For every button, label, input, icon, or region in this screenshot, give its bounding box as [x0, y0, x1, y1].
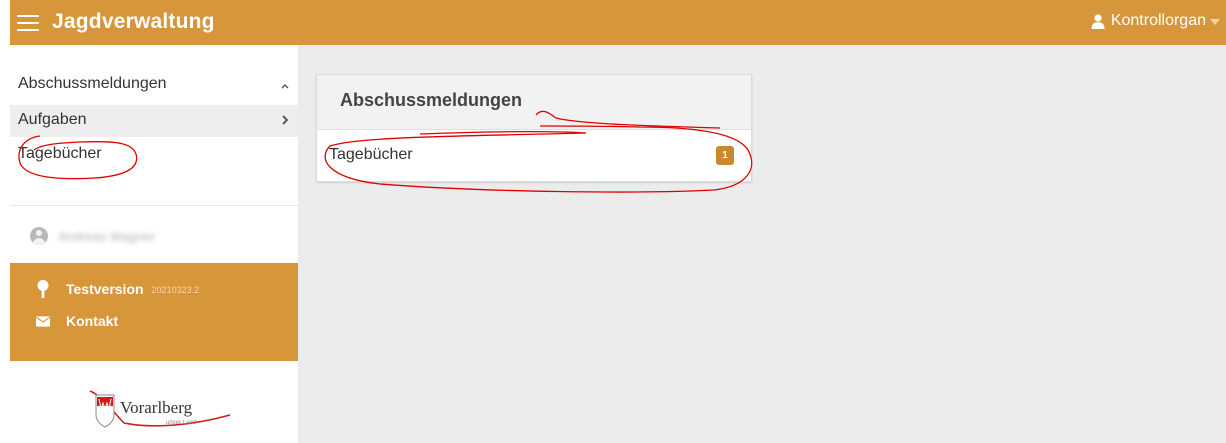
card-item-tagebuecher[interactable]: Tagebücher 1: [317, 130, 751, 180]
user-row: Andreas Wagner: [30, 225, 155, 247]
sidebar-item-aufgaben[interactable]: Aufgaben: [10, 105, 298, 137]
sidebar: Abschussmeldungen Aufgaben Tagebücher An…: [10, 45, 298, 443]
sidebar-item-label: Aufgaben: [18, 111, 87, 128]
envelope-icon: [36, 315, 50, 327]
avatar: [30, 227, 48, 245]
abschussmeldungen-card: Abschussmeldungen Tagebücher 1: [316, 74, 752, 182]
top-bar: Jagdverwaltung Kontrollorgan: [10, 0, 1226, 45]
pin-icon: [37, 280, 49, 298]
user-name: Andreas Wagner: [58, 228, 156, 244]
card-title: Abschussmeldungen: [317, 75, 751, 130]
info-box: Testversion 20210323.2 Kontakt: [10, 263, 298, 361]
chevron-up-icon: [281, 84, 289, 89]
logo-text: Vorarlberg: [120, 398, 193, 417]
logo-subtext: unser Land: [166, 420, 197, 426]
sidebar-divider: [10, 205, 298, 206]
user-role-label: Kontrollorgan: [1110, 12, 1206, 29]
version-label: Testversion: [66, 281, 144, 297]
app-title[interactable]: Jagdverwaltung: [52, 10, 215, 34]
contact-label: Kontakt: [66, 313, 119, 329]
build-number: 20210323.2: [151, 285, 200, 295]
sidebar-item-label: Tagebücher: [18, 145, 102, 162]
count-badge: 1: [716, 146, 734, 165]
caret-down-icon: [1210, 19, 1220, 25]
user-icon: [1091, 13, 1105, 29]
contact-link[interactable]: Kontakt: [36, 313, 118, 329]
user-menu[interactable]: Kontrollorgan: [1091, 12, 1220, 30]
vorarlberg-logo: Vorarlberg unser Land: [89, 390, 231, 428]
card-item-label: Tagebücher: [329, 146, 413, 163]
nav-group-abschussmeldungen[interactable]: Abschussmeldungen: [10, 69, 298, 105]
version-row: Testversion 20210323.2: [36, 280, 199, 298]
hamburger-menu-icon[interactable]: [17, 15, 39, 31]
main-content: Abschussmeldungen Tagebücher 1: [298, 45, 1226, 443]
chevron-right-icon: [282, 115, 289, 125]
nav-group-label: Abschussmeldungen: [18, 75, 167, 92]
sidebar-item-tagebuecher[interactable]: Tagebücher: [10, 139, 298, 171]
